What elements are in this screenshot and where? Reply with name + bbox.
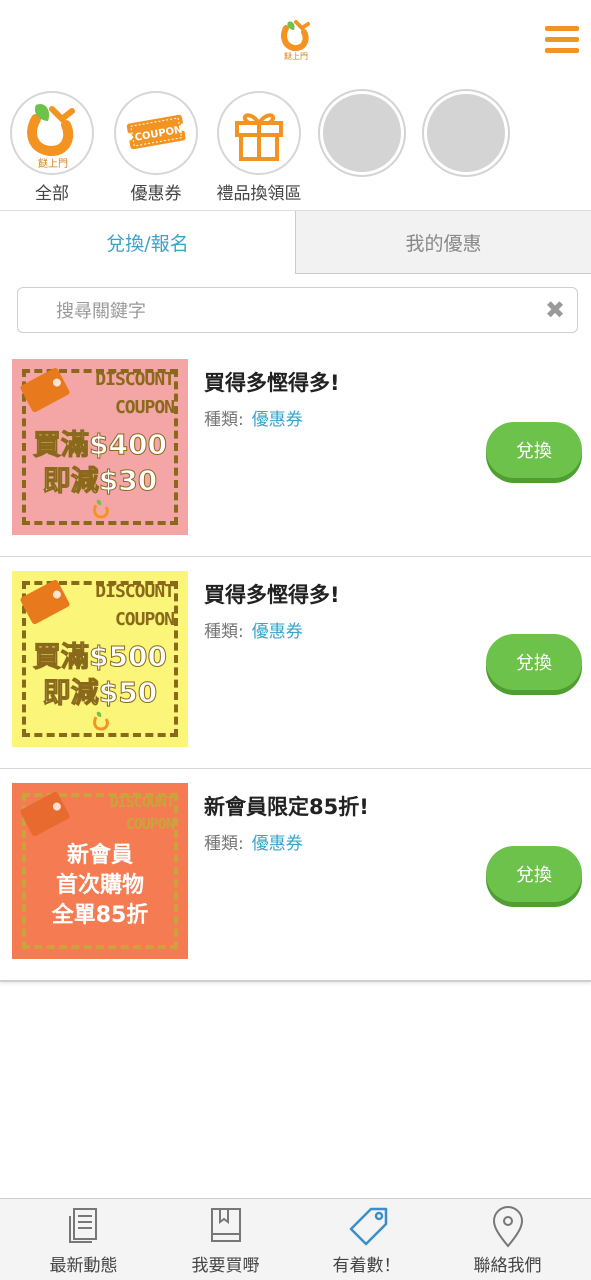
type-label: 種類: xyxy=(204,622,244,642)
location-pin-icon xyxy=(492,1206,524,1248)
category-label: 禮品換領區 xyxy=(216,184,302,204)
brand-logo-icon xyxy=(93,499,109,519)
type-value[interactable]: 優惠券 xyxy=(252,622,303,642)
tab-bar: 兌換/報名 我的優惠 xyxy=(0,210,591,274)
search-input[interactable] xyxy=(56,297,536,325)
redeem-button[interactable]: 兌換 xyxy=(486,634,582,690)
coupon-icon: COUPON xyxy=(114,91,198,175)
coupon-type-row: 種類: 優惠券 xyxy=(204,405,303,430)
category-all[interactable]: 餸上門 全部 xyxy=(2,88,102,204)
image-text: DISCOUNT xyxy=(95,581,175,602)
price-tag-icon xyxy=(349,1207,388,1246)
coupon-type-row: 種類: 優惠券 xyxy=(204,617,303,642)
image-text: 即減$50 xyxy=(42,676,158,710)
category-empty-2[interactable] xyxy=(416,88,516,175)
nav-shop[interactable]: 我要買嘢 xyxy=(152,1199,299,1280)
brand-logo-icon: 餸上門 xyxy=(10,91,94,175)
nav-label: 最新動態 xyxy=(49,1256,118,1276)
nav-contact[interactable]: 聯絡我們 xyxy=(434,1199,581,1280)
coupon-list: DISCOUNT COUPON 買滿$400 即減$30 買得多慳得多! 種類:… xyxy=(0,345,591,982)
coupon-title: 新會員限定85折! xyxy=(204,795,369,819)
type-label: 種類: xyxy=(204,410,244,430)
image-text: 買滿$500 xyxy=(33,640,168,674)
nav-label: 我要買嘢 xyxy=(191,1256,260,1276)
image-text: COUPON xyxy=(114,397,175,418)
category-row: 餸上門 全部 COUPON 優惠券 禮品換領區 xyxy=(0,88,591,204)
category-label: 全部 xyxy=(35,184,69,204)
image-text: 買滿$400 xyxy=(33,428,168,462)
placeholder-circle xyxy=(320,91,404,175)
top-bar: 餸上門 xyxy=(0,0,591,80)
book-icon xyxy=(211,1208,241,1242)
hamburger-menu-icon[interactable] xyxy=(545,26,579,54)
image-text: 全單85折 xyxy=(51,903,149,928)
coupon-image[interactable]: DISCOUNT COUPON 買滿$500 即減$50 xyxy=(12,571,188,747)
nav-label: 有着數！ xyxy=(332,1256,401,1276)
coupon-title: 買得多慳得多! xyxy=(204,583,340,607)
coupon-type-row: 種類: 優惠券 xyxy=(204,829,303,854)
list-item: DISCOUNT COUPON 買滿$400 即減$30 買得多慳得多! 種類:… xyxy=(0,345,591,557)
coupon-image[interactable]: DISCOUNT COUPON 買滿$400 即減$30 xyxy=(12,359,188,535)
image-text: DISCOUNT xyxy=(95,369,175,390)
category-empty-1[interactable] xyxy=(312,88,412,175)
gift-icon xyxy=(217,91,301,175)
category-gift[interactable]: 禮品換領區 xyxy=(209,88,309,204)
type-value[interactable]: 優惠券 xyxy=(252,410,303,430)
brand-logo-icon[interactable]: 餸上門 xyxy=(280,18,312,60)
image-text: COUPON xyxy=(114,609,175,630)
category-coupon[interactable]: COUPON 優惠券 xyxy=(106,88,206,204)
tab-redeem[interactable]: 兌換/報名 xyxy=(0,211,295,274)
tab-my-offers[interactable]: 我的優惠 xyxy=(295,211,591,274)
brand-logo-icon xyxy=(93,711,109,731)
news-icon xyxy=(69,1208,97,1243)
image-text: COUPON xyxy=(125,815,175,833)
type-value[interactable]: 優惠券 xyxy=(252,834,303,854)
list-item: DISCOUNT COUPON 新會員 首次購物 全單85折 新會員限定85折!… xyxy=(0,769,591,982)
category-label: 優惠券 xyxy=(130,184,182,204)
logo-text: 餸上門 xyxy=(284,51,308,60)
bottom-nav: 最新動態 我要買嘢 有着數！ 聯絡我們 xyxy=(0,1198,591,1280)
nav-offers[interactable]: 有着數！ xyxy=(293,1199,440,1280)
search-bar: ✖ xyxy=(17,287,578,333)
redeem-button[interactable]: 兌換 xyxy=(486,422,582,478)
nav-news[interactable]: 最新動態 xyxy=(10,1199,157,1280)
image-text: 即減$30 xyxy=(42,464,158,498)
nav-label: 聯絡我們 xyxy=(473,1256,542,1276)
coupon-image[interactable]: DISCOUNT COUPON 新會員 首次購物 全單85折 xyxy=(12,783,188,959)
redeem-button[interactable]: 兌換 xyxy=(486,846,582,902)
image-text: DISCOUNT xyxy=(109,793,175,811)
coupon-title: 買得多慳得多! xyxy=(204,371,340,395)
type-label: 種類: xyxy=(204,834,244,854)
image-text: 新會員 xyxy=(66,843,133,868)
close-icon[interactable]: ✖ xyxy=(542,297,568,323)
image-text: 首次購物 xyxy=(55,873,144,898)
logo-text: 餸上門 xyxy=(38,157,68,170)
list-item: DISCOUNT COUPON 買滿$500 即減$50 買得多慳得多! 種類:… xyxy=(0,557,591,769)
placeholder-circle xyxy=(424,91,508,175)
